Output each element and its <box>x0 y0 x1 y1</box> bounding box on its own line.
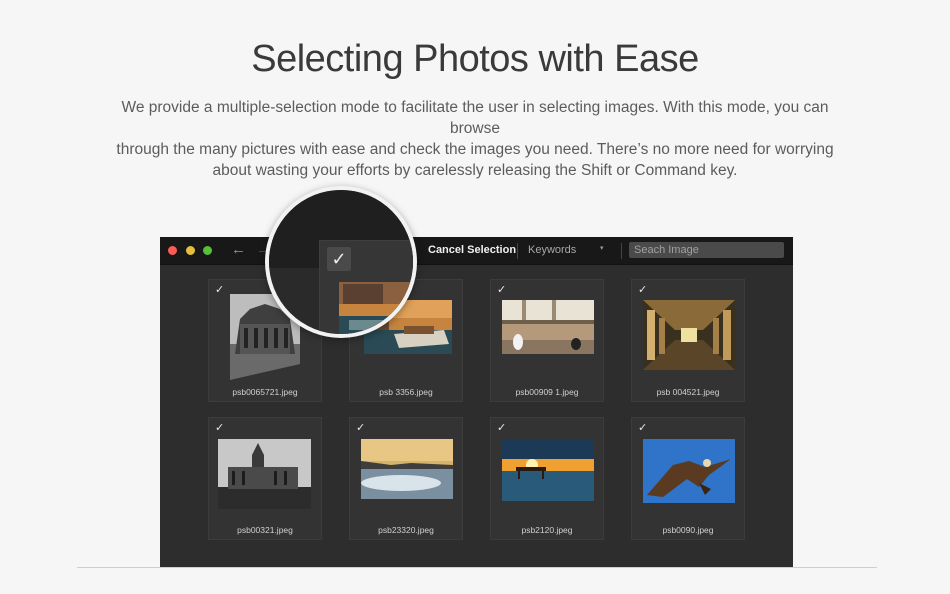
photo-card[interactable]: ✓ psb00321.jpeg <box>208 417 322 540</box>
photo-filename: psb 004521.jpeg <box>656 387 720 397</box>
photo-card[interactable]: ✓ psb2120.jpeg <box>490 417 604 540</box>
checkmark-icon[interactable]: ✓ <box>327 247 351 271</box>
checkmark-icon[interactable]: ✓ <box>497 421 506 434</box>
photo-filename: psb00909 1.jpeg <box>515 387 579 397</box>
photo-card[interactable]: ✓ psb0090.jpeg <box>631 417 745 540</box>
cancel-selection-button[interactable]: Cancel Selection <box>428 244 516 256</box>
photo-thumbnail[interactable] <box>643 439 735 503</box>
photo-thumbnail[interactable] <box>643 300 735 370</box>
close-window-button[interactable] <box>168 246 177 255</box>
checkmark-icon[interactable]: ✓ <box>497 283 506 296</box>
checkmark-icon[interactable]: ✓ <box>356 421 365 434</box>
photo-filename: psb 3356.jpeg <box>379 387 433 397</box>
photo-filename: psb0065721.jpeg <box>232 387 298 397</box>
toolbar-divider <box>621 243 622 259</box>
description-line: through the many pictures with ease and … <box>116 141 834 158</box>
photo-filename: psb0090.jpeg <box>662 525 714 535</box>
checkmark-icon[interactable]: ✓ <box>215 283 224 296</box>
photo-card[interactable]: ✓ psb23320.jpeg <box>349 417 463 540</box>
page-title: Selecting Photos with Ease <box>251 38 699 80</box>
search-input[interactable] <box>629 242 784 258</box>
checkmark-icon[interactable]: ✓ <box>638 421 647 434</box>
photo-filename: psb23320.jpeg <box>378 525 434 535</box>
page-description: We provide a multiple-selection mode to … <box>110 97 840 181</box>
magnifier-callout: ✓ <box>265 186 417 338</box>
photo-thumbnail[interactable] <box>218 439 311 509</box>
divider-line <box>77 567 877 568</box>
keywords-dropdown[interactable]: Keywords <box>528 244 576 256</box>
checkmark-icon[interactable]: ✓ <box>215 421 224 434</box>
photo-thumbnail[interactable] <box>361 439 453 499</box>
checkmark-icon[interactable]: ✓ <box>638 283 647 296</box>
chevron-down-icon[interactable]: ▾ <box>600 244 604 252</box>
back-arrow-icon[interactable]: ← <box>231 241 246 259</box>
photo-thumbnail[interactable] <box>502 439 594 501</box>
description-line: We provide a multiple-selection mode to … <box>121 99 829 137</box>
toolbar: ← → Cancel Selection Keywords ▾ <box>160 237 793 265</box>
description-line: about wasting your efforts by carelessly… <box>212 162 738 179</box>
magnified-photo-thumbnail <box>339 282 413 334</box>
photo-card[interactable]: ✓ psb00909 1.jpeg <box>490 279 604 402</box>
photo-filename: psb2120.jpeg <box>521 525 573 535</box>
photo-card[interactable]: ✓ psb 004521.jpeg <box>631 279 745 402</box>
photo-filename: psb00321.jpeg <box>237 525 293 535</box>
minimize-window-button[interactable] <box>186 246 195 255</box>
photo-thumbnail[interactable] <box>502 300 594 354</box>
zoom-window-button[interactable] <box>203 246 212 255</box>
app-window: ← → Cancel Selection Keywords ▾ ✓ psb <box>160 237 793 568</box>
toolbar-divider <box>517 243 518 259</box>
